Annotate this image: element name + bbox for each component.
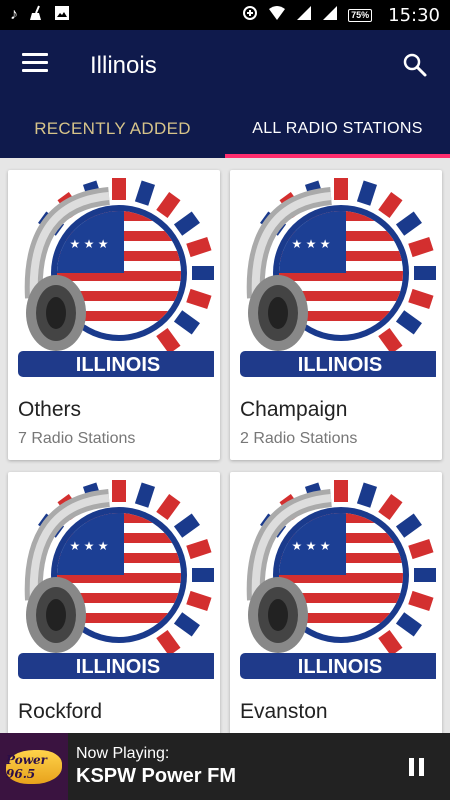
status-notifications: ♪ [10,5,70,25]
svg-text:★ ★ ★: ★ ★ ★ [292,539,331,553]
now-playing-bar[interactable]: Power 96.5 Now Playing: KSPW Power FM [0,733,450,800]
page-title: Illinois [90,52,157,79]
card-title: Rockford [18,700,103,723]
tab-all-radio-stations[interactable]: ALL RADIO STATIONS [225,100,450,158]
signal-icon [296,5,312,25]
status-system: 75% 15:30 [242,5,440,26]
battery-indicator: 75% [348,8,373,22]
pause-icon[interactable] [396,747,436,787]
state-badge-text: ILLINOIS [298,354,382,376]
city-card[interactable]: ★ ★ ★ ILLINOIS Others 7 Radio Stations [8,170,220,460]
station-name: KSPW Power FM [76,765,237,787]
tab-label: ALL RADIO STATIONS [252,120,423,137]
toolbar: Illinois [0,30,450,100]
station-logo: Power 96.5 [0,733,68,800]
clock: 15:30 [388,4,440,26]
card-station-count: 7 Radio Stations [18,430,136,447]
city-card[interactable]: ★ ★ ★ ILLINOIS Champaign 2 Radio Station… [230,170,442,460]
city-card[interactable]: ★ ★ ★ ILLINOIS Evanston [230,472,442,733]
station-logo-text: Power 96.5 [6,749,62,784]
illinois-radio-logo: ★ ★ ★ ILLINOIS [18,178,214,377]
wifi-icon [268,5,286,25]
search-icon[interactable] [402,52,428,78]
city-grid: ★ ★ ★ ILLINOIS Others 7 Radio Stations ★… [0,158,450,733]
data-saver-icon [242,5,258,25]
illinois-radio-logo: ★ ★ ★ ILLINOIS [240,480,436,679]
state-badge-text: ILLINOIS [298,656,382,678]
app-bar: Illinois RECENTLY ADDED ALL RADIO STATIO… [0,30,450,158]
svg-text:★ ★ ★: ★ ★ ★ [70,539,109,553]
status-bar: ♪ 75% 15:30 [0,0,450,30]
tab-recently-added[interactable]: RECENTLY ADDED [0,100,225,158]
hamburger-menu-icon[interactable] [22,53,48,75]
city-card[interactable]: ★ ★ ★ ILLINOIS Rockford [8,472,220,733]
signal-icon [322,5,338,25]
now-playing-info: Now Playing: KSPW Power FM [76,745,396,788]
svg-text:★ ★ ★: ★ ★ ★ [292,237,331,251]
illinois-radio-logo: ★ ★ ★ ILLINOIS [240,178,436,377]
state-badge-text: ILLINOIS [76,656,160,678]
now-playing-label: Now Playing: [76,745,170,762]
card-title: Evanston [240,700,328,723]
card-title: Others [18,398,82,421]
card-station-count: 2 Radio Stations [240,430,358,447]
illinois-radio-logo: ★ ★ ★ ILLINOIS [18,480,214,679]
music-note-icon: ♪ [10,6,18,23]
image-icon [54,5,70,25]
card-title: Champaign [240,398,348,421]
tab-bar: RECENTLY ADDED ALL RADIO STATIONS [0,100,450,158]
broom-icon [28,5,44,25]
state-badge-text: ILLINOIS [76,354,160,376]
svg-text:★ ★ ★: ★ ★ ★ [70,237,109,251]
